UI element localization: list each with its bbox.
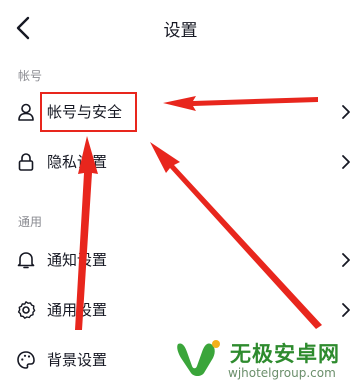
row-label: 通知设置 — [47, 251, 108, 269]
lock-icon — [18, 153, 34, 171]
header: 设置 — [0, 0, 361, 56]
row-label: 通用设置 — [47, 301, 108, 319]
palette-icon — [17, 351, 35, 369]
section-label-account: 帐号 — [18, 69, 43, 83]
chevron-right-icon — [342, 155, 350, 169]
watermark-brand: 无极安卓网 — [230, 342, 340, 366]
watermark: 无极安卓网 wjhotelgroup.com — [176, 334, 361, 385]
row-label: 背景设置 — [47, 351, 108, 369]
chevron-right-icon — [342, 303, 350, 317]
settings-row-general[interactable]: 通用设置 — [0, 286, 361, 334]
watermark-url: wjhotelgroup.com — [228, 366, 336, 380]
chevron-right-icon — [342, 105, 350, 119]
highlight-box — [40, 92, 137, 132]
person-icon — [18, 103, 34, 121]
gear-icon — [17, 301, 36, 319]
watermark-logo-icon — [177, 340, 220, 376]
section-label-general: 通用 — [18, 215, 43, 229]
bell-icon — [17, 252, 35, 269]
settings-row-notifications[interactable]: 通知设置 — [0, 236, 361, 284]
settings-row-privacy[interactable]: 隐私设置 — [0, 138, 361, 186]
page-title: 设置 — [163, 21, 198, 41]
chevron-right-icon — [342, 253, 350, 267]
row-label: 隐私设置 — [47, 153, 108, 171]
